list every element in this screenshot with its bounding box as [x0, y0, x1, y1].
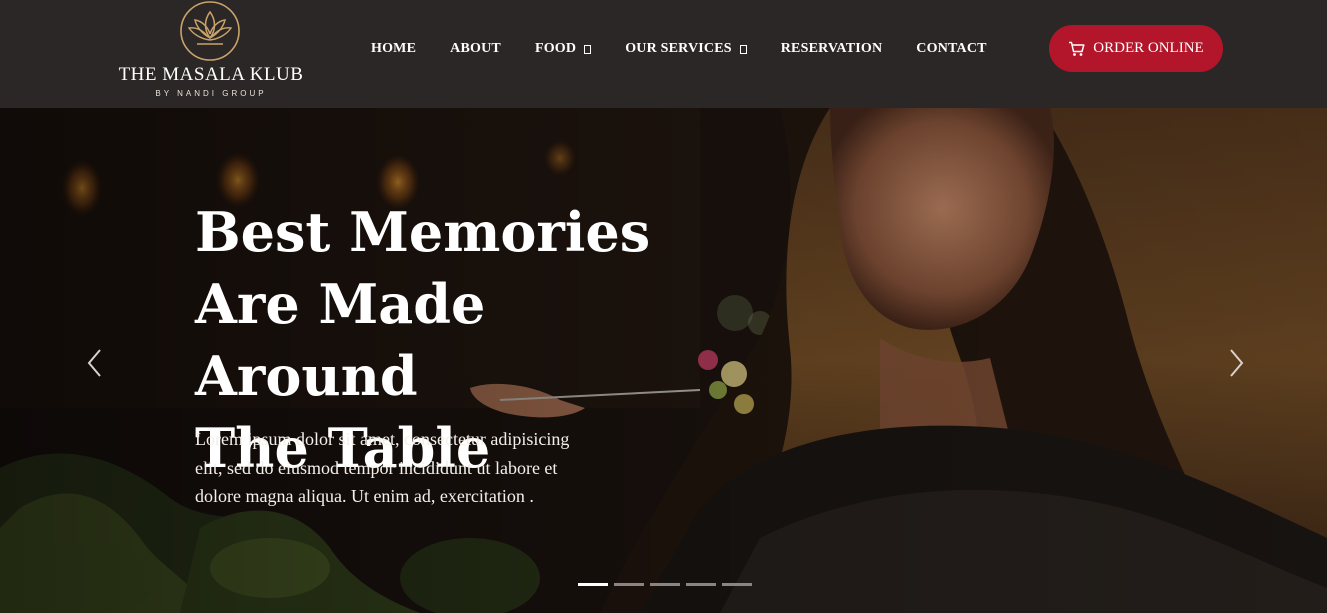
chevron-left-icon: [87, 349, 101, 377]
site-header: THE MASALA KLUB BY NANDI GROUP HOME ABOU…: [0, 0, 1327, 108]
brand-logo[interactable]: THE MASALA KLUB BY NANDI GROUP: [108, 0, 314, 104]
dropdown-icon: [739, 44, 747, 54]
main-nav: HOME ABOUT FOOD OUR SERVICES RESERVATION…: [371, 39, 987, 59]
dropdown-icon: [584, 44, 592, 54]
nav-item-label: ABOUT: [450, 41, 501, 56]
hero-title-line-2: Are Made Around: [195, 272, 486, 408]
nav-item-contact[interactable]: CONTACT: [916, 41, 986, 57]
slider-next-button[interactable]: [1223, 348, 1247, 378]
nav-item-label: CONTACT: [916, 41, 987, 56]
nav-item-food[interactable]: FOOD: [534, 41, 592, 57]
order-online-button[interactable]: ORDER ONLINE: [1049, 25, 1223, 72]
nav-item-label: FOOD: [534, 41, 577, 56]
nav-item-label: RESERVATION: [780, 41, 883, 56]
slider-dot[interactable]: [650, 583, 680, 586]
brand-tagline: BY NANDI GROUP: [155, 89, 267, 98]
slider-dot[interactable]: [686, 583, 716, 586]
slider-dot[interactable]: [578, 583, 608, 586]
hero-description: Lorem ipsum dolor sit amet, consectetur …: [195, 429, 570, 506]
nav-item-label: HOME: [371, 41, 417, 56]
hero-title-line-1: Best Memories: [195, 200, 651, 264]
hero-slider: Best Memories Are Made Around The Table …: [0, 108, 1327, 613]
nav-item-our-services[interactable]: OUR SERVICES: [625, 41, 747, 57]
cart-icon: [1069, 41, 1085, 56]
order-online-label: ORDER ONLINE: [1093, 40, 1204, 56]
slider-dot[interactable]: [722, 583, 752, 586]
lotus-icon: [180, 1, 240, 61]
slider-pagination: [578, 583, 758, 586]
nav-item-label: OUR SERVICES: [625, 41, 732, 56]
nav-item-reservation[interactable]: RESERVATION: [781, 41, 883, 57]
brand-name: THE MASALA KLUB: [118, 64, 304, 85]
chevron-right-icon: [1230, 349, 1244, 377]
nav-item-home[interactable]: HOME: [371, 41, 416, 57]
slider-prev-button[interactable]: [84, 348, 108, 378]
nav-item-about[interactable]: ABOUT: [450, 41, 501, 57]
slider-dot[interactable]: [614, 583, 644, 586]
